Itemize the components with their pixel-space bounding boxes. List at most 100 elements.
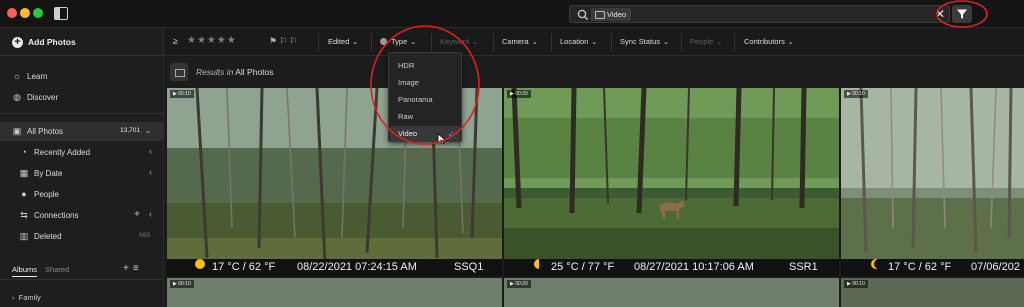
sidebar-toggle-icon[interactable] bbox=[54, 7, 68, 20]
sidebar-item-deleted[interactable]: ▥ Deleted 699 bbox=[0, 227, 164, 246]
filter-separator bbox=[371, 33, 372, 52]
people-label: People bbox=[34, 190, 59, 199]
photo-tile[interactable]: ▶ 00:20 25 °C / 77 °F 08/27/2021 10:17:0… bbox=[504, 88, 839, 276]
star-rating-filter[interactable]: ★★★★★ bbox=[187, 35, 237, 46]
sort-icon[interactable]: ≡ bbox=[133, 263, 143, 274]
location-filter[interactable]: Location ⌄ bbox=[560, 37, 597, 46]
chevron-down-icon[interactable]: ⌄ bbox=[144, 125, 152, 136]
calendar-icon: ▦ bbox=[19, 168, 29, 178]
trail-cam-info-bar: 17 °C / 62 °F 08/22/2021 07:24:15 AM SSQ… bbox=[167, 259, 502, 276]
album-folder-family[interactable]: › Family bbox=[12, 293, 41, 302]
lightbulb-icon: ☼ bbox=[12, 71, 22, 81]
sidebar-item-by-date[interactable]: ▦ By Date ‹ bbox=[0, 164, 164, 183]
camera-filter[interactable]: Camera ⌄ bbox=[502, 37, 538, 46]
photo-tile[interactable]: ▶ 00:10 bbox=[167, 278, 502, 307]
datetime-label: 08/22/2021 07:24:15 AM bbox=[297, 261, 417, 273]
sidebar-item-connections[interactable]: ⇆ Connections + ‹ bbox=[0, 206, 164, 225]
add-album-icon[interactable]: + bbox=[123, 263, 133, 274]
results-scope: All Photos bbox=[235, 67, 274, 77]
filter-button[interactable] bbox=[952, 5, 972, 23]
datetime-label: 07/06/202 bbox=[971, 261, 1020, 273]
search-chip-video[interactable]: Video bbox=[591, 8, 632, 21]
chevron-left-icon[interactable]: ‹ bbox=[149, 146, 152, 156]
video-duration-badge: ▶ 00:10 bbox=[844, 280, 868, 288]
chevron-down-icon: ⌄ bbox=[591, 39, 598, 46]
type-label: Type bbox=[391, 37, 408, 46]
keyword-filter[interactable]: Keyword ⌄ bbox=[440, 37, 478, 46]
type-icon bbox=[380, 38, 387, 45]
chevron-down-icon: ⌄ bbox=[472, 39, 479, 46]
chevron-down-icon: ⌄ bbox=[531, 39, 538, 46]
temperature-label: 25 °C / 77 °F bbox=[551, 261, 615, 273]
all-photos-count: 13,701 bbox=[120, 127, 140, 134]
sidebar-item-recently-added[interactable]: ◔ Recently Added ‹ bbox=[0, 143, 164, 162]
sidebar-item-learn[interactable]: ☼ Learn bbox=[0, 67, 164, 86]
chevron-left-icon[interactable]: ‹ bbox=[149, 167, 152, 177]
datetime-label: 08/27/2021 10:17:06 AM bbox=[634, 261, 754, 273]
add-connection-icon[interactable]: + bbox=[134, 209, 140, 220]
people-filter-label: People bbox=[690, 37, 714, 46]
type-option-video[interactable]: Video ✓ bbox=[390, 126, 460, 142]
add-photos-label: Add Photos bbox=[28, 37, 76, 47]
flag-filter-icons[interactable]: ⚑⚐⚐ bbox=[269, 36, 299, 47]
clear-search-icon[interactable]: ✕ bbox=[934, 7, 946, 21]
close-window-button[interactable] bbox=[7, 8, 17, 18]
results-header: Results in All Photos bbox=[165, 57, 1024, 86]
contributors-filter[interactable]: Contributors ⌄ bbox=[744, 37, 794, 46]
sidebar-item-discover[interactable]: ◍ Discover bbox=[0, 88, 164, 107]
album-tabs: Albums Shared bbox=[12, 265, 77, 277]
sidebar-divider bbox=[0, 113, 164, 114]
chevron-down-icon: ⌄ bbox=[352, 39, 359, 46]
duration-label: 00:10 bbox=[852, 91, 865, 97]
filter-separator bbox=[611, 33, 612, 52]
trash-icon: ▥ bbox=[19, 231, 29, 241]
photo-tile[interactable]: ▶ 00:20 bbox=[504, 278, 839, 307]
camera-id-label: SSR1 bbox=[789, 261, 818, 273]
deleted-count: 699 bbox=[139, 232, 150, 239]
video-duration-badge: ▶ 00:10 bbox=[170, 280, 194, 288]
type-option-image[interactable]: Image bbox=[390, 75, 460, 91]
album-thumbnail-icon[interactable] bbox=[170, 63, 188, 81]
photo-tile[interactable]: ▶ 00:10 bbox=[841, 278, 1024, 307]
zoom-window-button[interactable] bbox=[33, 8, 43, 18]
chevron-down-icon: ⌄ bbox=[787, 39, 794, 46]
sync-status-filter[interactable]: Sync Status ⌄ bbox=[620, 37, 669, 46]
filter-separator bbox=[318, 33, 319, 52]
filter-separator bbox=[431, 33, 432, 52]
filter-separator bbox=[551, 33, 552, 52]
recently-added-label: Recently Added bbox=[34, 148, 91, 157]
rating-operator[interactable]: ≥ bbox=[173, 36, 178, 46]
filter-bar: ≥ ★★★★★ ⚑⚐⚐ Edited ⌄ Type ⌄ Keyword ⌄ Camer… bbox=[165, 29, 1024, 56]
type-filter[interactable]: Type ⌄ bbox=[380, 37, 416, 46]
video-duration-badge: ▶ 00:20 bbox=[507, 280, 531, 288]
photos-icon: ▣ bbox=[12, 126, 22, 136]
chevron-down-icon: ⌄ bbox=[663, 39, 669, 46]
checkmark-icon: ✓ bbox=[447, 129, 455, 139]
mouse-pointer-icon bbox=[437, 133, 447, 145]
tab-albums[interactable]: Albums bbox=[12, 265, 38, 277]
add-photos-button[interactable]: + Add Photos bbox=[0, 29, 164, 56]
photo-grid: ▶ 00:10 17 °C / 62 °F 08/22/2021 07:24:1… bbox=[165, 87, 1024, 307]
people-filter[interactable]: People ⌄ bbox=[690, 37, 722, 46]
tabs-divider bbox=[0, 279, 164, 280]
search-field[interactable]: Video bbox=[569, 5, 950, 23]
chevron-left-icon[interactable]: ‹ bbox=[149, 209, 152, 219]
type-option-raw[interactable]: Raw bbox=[390, 109, 460, 125]
learn-label: Learn bbox=[27, 72, 48, 81]
type-option-panorama[interactable]: Panorama bbox=[390, 92, 460, 108]
search-icon bbox=[577, 9, 588, 20]
edited-filter[interactable]: Edited ⌄ bbox=[328, 37, 358, 46]
chevron-right-icon: › bbox=[12, 293, 15, 302]
photo-tile[interactable]: ▶ 00:10 17 °C / 62 °F 07/06/202 bbox=[841, 88, 1024, 276]
camera-label: Camera bbox=[502, 37, 529, 46]
minimize-window-button[interactable] bbox=[20, 8, 30, 18]
foggy-forest-thumbnail-image bbox=[841, 88, 1024, 276]
chevron-down-icon: ⌄ bbox=[410, 39, 417, 46]
sync-status-label: Sync Status bbox=[620, 37, 661, 46]
sidebar-item-all-photos[interactable]: ▣ All Photos 13,701 ⌄ bbox=[0, 122, 164, 141]
type-option-hdr[interactable]: HDR bbox=[390, 58, 460, 74]
tab-shared[interactable]: Shared bbox=[45, 265, 69, 274]
sidebar-item-people[interactable]: ● People bbox=[0, 185, 164, 204]
video-duration-badge: ▶ 00:20 bbox=[507, 90, 531, 98]
type-option-video-label: Video bbox=[398, 129, 418, 138]
